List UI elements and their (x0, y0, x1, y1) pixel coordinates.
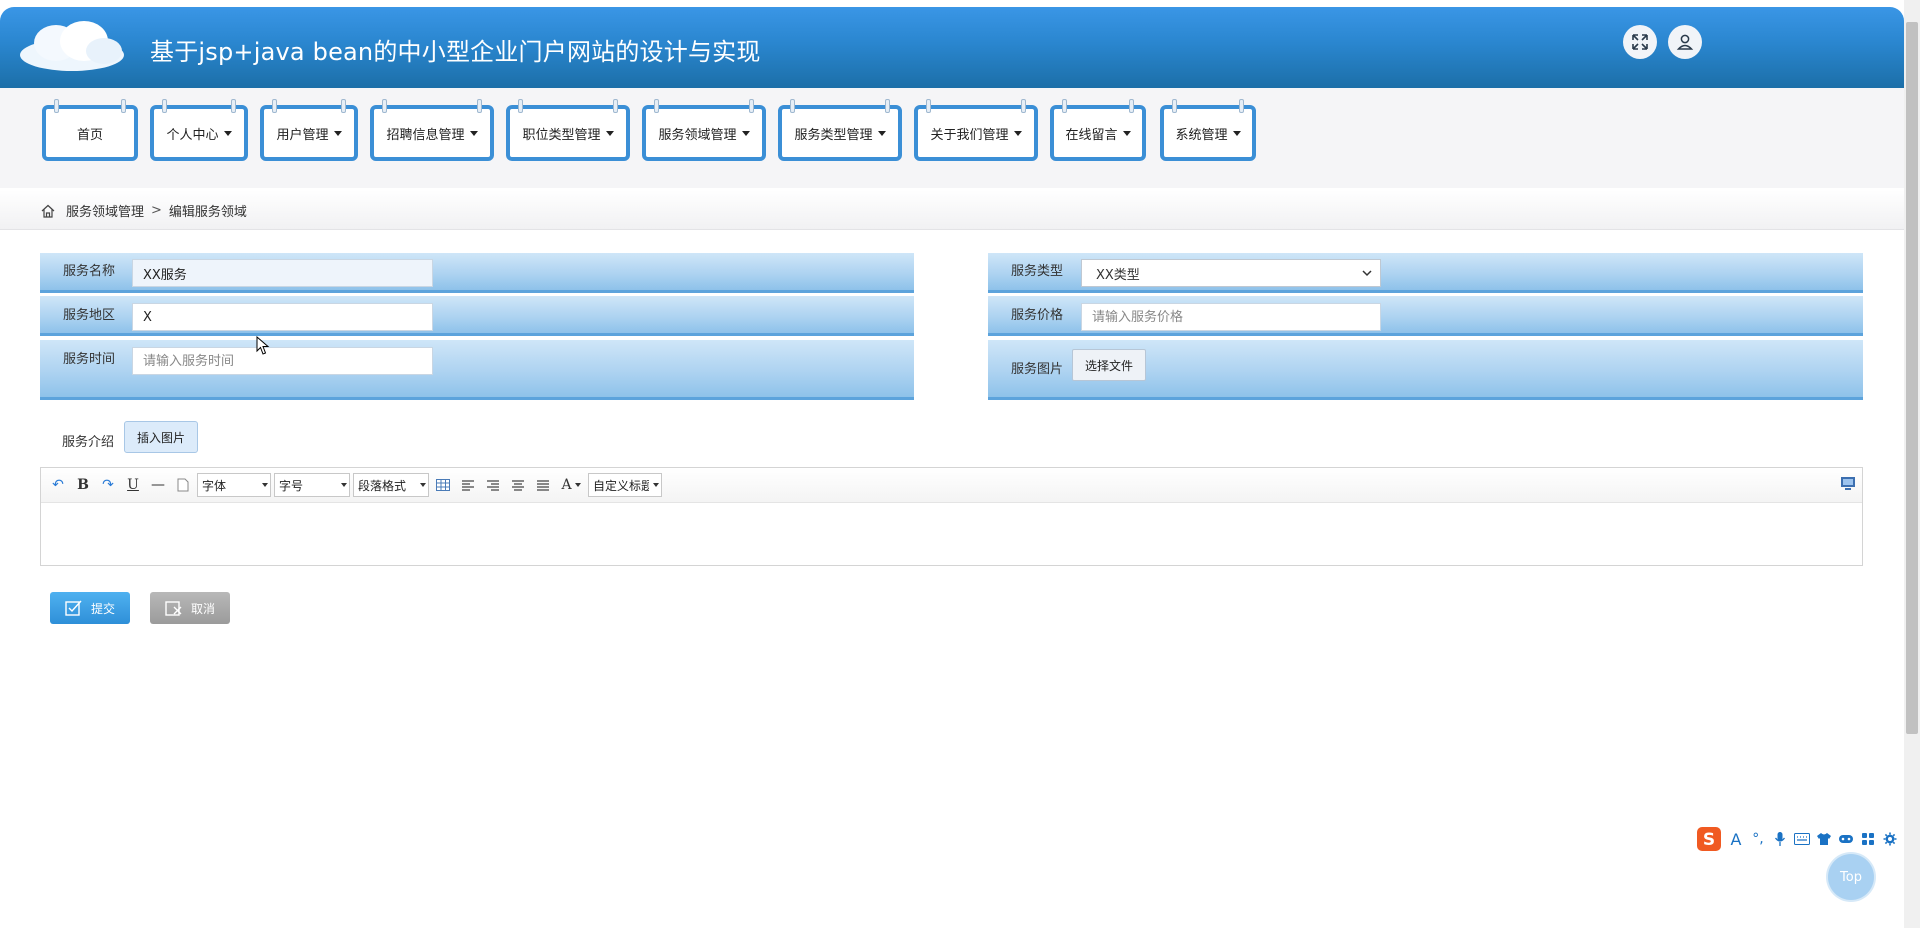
site-title: 基于jsp+java bean的中小型企业门户网站的设计与实现 (150, 38, 761, 66)
caret-down-icon (333, 130, 342, 136)
service-type-label: 服务类型 (1011, 264, 1064, 279)
rich-text-editor: ↶ B ↷ U — 字体 字号 段落格式 A 自定义标题 (40, 467, 1863, 566)
caret-down-icon (1013, 130, 1022, 136)
nav-item-home[interactable]: 首页 (42, 99, 138, 161)
clear-format-icon[interactable] (172, 474, 194, 496)
nav-item-recruitment[interactable]: 招聘信息管理 (370, 99, 494, 161)
submit-button[interactable]: 提交 (50, 592, 130, 624)
service-price-label: 服务价格 (1011, 308, 1064, 323)
breadcrumb-parent[interactable]: 服务领域管理 (66, 201, 144, 220)
align-justify-icon[interactable] (532, 474, 554, 496)
service-time-input[interactable] (132, 347, 433, 375)
cancel-box-icon (165, 601, 182, 616)
skin-shirt-icon[interactable] (1816, 831, 1832, 847)
cancel-button[interactable]: 取消 (150, 592, 230, 624)
bold-icon[interactable]: B (72, 474, 94, 496)
breadcrumb: 服务领域管理 > 编辑服务领域 (40, 201, 247, 220)
nav-item-service-field[interactable]: 服务领域管理 (642, 99, 766, 161)
undo-icon[interactable]: ↶ (47, 474, 69, 496)
redo-icon[interactable]: ↷ (97, 474, 119, 496)
ime-toolbar: S A °, (1694, 826, 1904, 852)
keyboard-icon[interactable] (1794, 831, 1810, 847)
service-price-input[interactable] (1081, 303, 1381, 331)
apps-grid-icon[interactable] (1860, 831, 1876, 847)
nav-item-messages[interactable]: 在线留言 (1050, 99, 1146, 161)
user-menu-button[interactable] (1668, 25, 1702, 59)
insert-image-button[interactable]: 插入图片 (124, 421, 198, 453)
punctuation-icon[interactable]: °, (1750, 831, 1766, 847)
service-name-input[interactable] (132, 259, 433, 287)
choose-file-button[interactable]: 选择文件 (1072, 349, 1146, 381)
font-color-icon[interactable]: A (557, 474, 585, 496)
service-type-selected: XX类型 (1096, 267, 1140, 283)
cloud-logo-icon (20, 21, 124, 71)
nav-item-about-us[interactable]: 关于我们管理 (914, 99, 1038, 161)
caret-down-icon (605, 130, 614, 136)
back-to-top-button[interactable]: Top (1828, 854, 1874, 900)
caret-down-icon (469, 130, 478, 136)
svg-text:S: S (1703, 830, 1715, 850)
caret-down-icon (1232, 130, 1241, 136)
nav-item-system[interactable]: 系统管理 (1160, 99, 1256, 161)
caret-down-icon (877, 130, 886, 136)
user-icon (1676, 34, 1694, 50)
align-center-icon[interactable] (507, 474, 529, 496)
underline-icon[interactable]: U (122, 474, 144, 496)
service-intro-label: 服务介绍 (62, 435, 115, 450)
service-region-label: 服务地区 (63, 308, 116, 323)
breadcrumb-separator: > (151, 203, 162, 218)
sogou-logo-icon[interactable]: S (1696, 826, 1722, 852)
service-time-label: 服务时间 (63, 352, 116, 367)
font-family-select[interactable]: 字体 (197, 473, 271, 497)
editor-toolbar: ↶ B ↷ U — 字体 字号 段落格式 A 自定义标题 (41, 468, 1862, 503)
mouse-cursor-icon (256, 336, 270, 355)
caret-down-icon (223, 130, 232, 136)
service-name-label: 服务名称 (63, 264, 116, 279)
nav-item-service-type[interactable]: 服务类型管理 (778, 99, 902, 161)
expand-icon (1632, 34, 1648, 50)
breadcrumb-current: 编辑服务领域 (168, 205, 247, 220)
font-size-select[interactable]: 字号 (274, 473, 350, 497)
site-header: 基于jsp+java bean的中小型企业门户网站的设计与实现 (0, 7, 1904, 88)
home-icon[interactable] (40, 203, 56, 219)
nav-item-job-type[interactable]: 职位类型管理 (506, 99, 630, 161)
chinese-english-toggle-icon[interactable]: A (1728, 830, 1744, 849)
scrollbar-thumb[interactable] (1906, 22, 1918, 734)
source-view-icon[interactable] (1840, 475, 1856, 495)
checkbox-edit-icon (65, 600, 82, 616)
nav-item-user-management[interactable]: 用户管理 (260, 99, 358, 161)
fullscreen-button[interactable] (1623, 25, 1657, 59)
nav-item-personal-center[interactable]: 个人中心 (150, 99, 248, 161)
align-left-icon[interactable] (457, 474, 479, 496)
caret-down-icon (1122, 130, 1131, 136)
microphone-icon[interactable] (1772, 831, 1788, 847)
paragraph-format-select[interactable]: 段落格式 (353, 473, 429, 497)
service-region-input[interactable] (132, 303, 433, 331)
align-right-icon[interactable] (482, 474, 504, 496)
settings-gear-icon[interactable] (1882, 831, 1898, 847)
service-type-select[interactable]: XX类型 (1081, 259, 1381, 287)
horizontal-rule-icon[interactable]: — (147, 474, 169, 496)
service-image-label: 服务图片 (1011, 362, 1064, 377)
caret-down-icon (741, 130, 750, 136)
breadcrumb-bar (0, 190, 1904, 230)
table-icon[interactable] (432, 474, 454, 496)
custom-title-select[interactable]: 自定义标题 (588, 473, 662, 497)
gamepad-icon[interactable] (1838, 831, 1854, 847)
chevron-down-icon (1362, 270, 1372, 277)
